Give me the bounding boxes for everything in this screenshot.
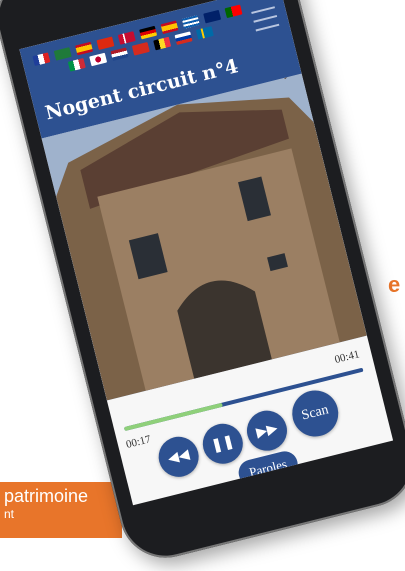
- flag-china[interactable]: [96, 36, 115, 51]
- time-elapsed: 00:17: [124, 433, 153, 451]
- fast-forward-button[interactable]: ▶▶: [242, 406, 292, 455]
- rewind-button[interactable]: ◀◀: [154, 432, 203, 482]
- hamburger-icon[interactable]: [251, 6, 280, 32]
- flag-sweden[interactable]: [195, 26, 214, 40]
- flag-greece[interactable]: [181, 15, 200, 29]
- flag-japan[interactable]: [89, 52, 108, 67]
- flag-germany[interactable]: [139, 25, 158, 40]
- flag-switzerland[interactable]: [131, 42, 150, 56]
- flag-spain[interactable]: [75, 41, 94, 56]
- pause-icon: ❚❚: [209, 433, 237, 455]
- flag-saudi[interactable]: [53, 47, 72, 61]
- banner-line1: patrimoine: [4, 486, 89, 506]
- rewind-icon: ◀◀: [166, 446, 192, 468]
- flag-netherlands[interactable]: [110, 47, 129, 61]
- flag-portugal[interactable]: [224, 4, 243, 19]
- scan-button[interactable]: Scan: [287, 385, 344, 442]
- phone-screen: Nogent circuit n°4 00:41 00:17 ◀◀ ❚❚ ▶▶ …: [19, 0, 394, 506]
- fast-forward-icon: ▶▶: [254, 420, 280, 442]
- background-side-text: e: [388, 272, 401, 297]
- flag-belgium[interactable]: [153, 36, 172, 51]
- flag-france[interactable]: [32, 52, 51, 66]
- background-banner: patrimoine nt: [0, 482, 122, 538]
- flag-spain-2[interactable]: [160, 20, 179, 35]
- flag-russia[interactable]: [174, 31, 193, 45]
- time-total: 00:41: [333, 348, 361, 366]
- pause-button[interactable]: ❚❚: [198, 419, 248, 468]
- progress-fill: [123, 402, 223, 432]
- flag-uk[interactable]: [203, 9, 222, 24]
- flag-italy[interactable]: [67, 58, 86, 72]
- scan-label: Scan: [300, 402, 331, 424]
- banner-line2: nt: [4, 507, 15, 521]
- flag-denmark[interactable]: [117, 31, 136, 45]
